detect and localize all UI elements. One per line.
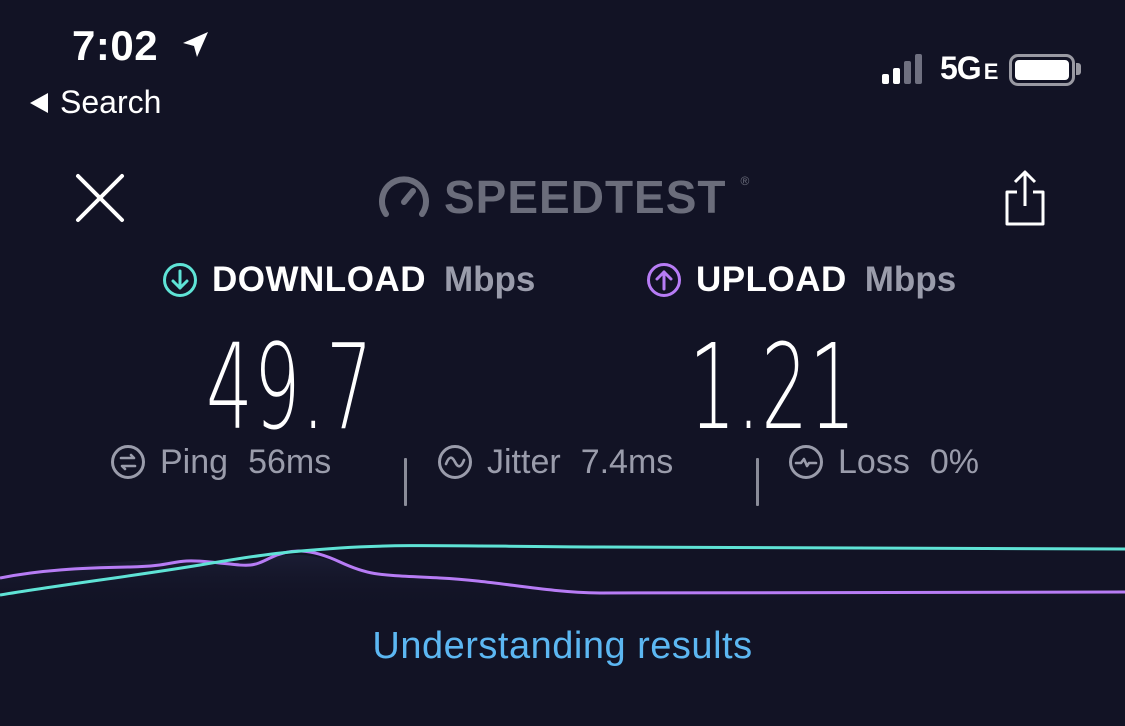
location-arrow-icon xyxy=(183,32,208,57)
network-type: 5G E xyxy=(940,50,998,86)
speed-graph xyxy=(0,544,1125,610)
brand-trademark: ® xyxy=(740,174,750,188)
gauge-icon xyxy=(379,176,429,217)
ping-value: 56ms xyxy=(248,442,332,481)
ping-stat: Ping 56ms xyxy=(110,443,331,482)
back-label: Search xyxy=(60,84,162,120)
download-value: 49.7 xyxy=(206,318,374,456)
battery-icon xyxy=(1009,54,1075,86)
stats-divider xyxy=(756,458,759,506)
ping-label: Ping xyxy=(160,442,229,481)
download-arrow-icon xyxy=(163,263,197,297)
jitter-stat: Jitter 7.4ms xyxy=(437,443,673,482)
stats-divider xyxy=(404,458,407,506)
loss-value: 0% xyxy=(929,442,979,481)
packet-loss-icon xyxy=(789,445,823,479)
jitter-label: Jitter xyxy=(487,442,561,481)
download-unit: Mbps xyxy=(443,260,536,299)
jitter-icon xyxy=(438,445,472,479)
cellular-signal-icon xyxy=(882,52,922,84)
loss-stat: Loss 0% xyxy=(788,443,979,482)
understanding-results-link[interactable]: Understanding results xyxy=(0,625,1125,668)
loss-label: Loss xyxy=(838,442,910,481)
close-icon[interactable] xyxy=(72,170,128,226)
brand-name: SPEEDTEST xyxy=(444,171,727,223)
upload-label: UPLOAD xyxy=(696,260,847,299)
download-label: DOWNLOAD xyxy=(212,260,426,299)
back-to-search-link[interactable]: Search xyxy=(30,84,161,121)
ping-icon xyxy=(111,445,145,479)
battery-tip xyxy=(1076,63,1081,75)
jitter-value: 7.4ms xyxy=(580,442,674,481)
back-chevron-icon xyxy=(30,92,48,113)
upload-arrow-icon xyxy=(647,263,681,297)
speedtest-logo: SPEEDTEST ® xyxy=(378,170,749,224)
upload-header: UPLOAD Mbps xyxy=(646,260,956,300)
download-header: DOWNLOAD Mbps xyxy=(162,260,535,300)
upload-unit: Mbps xyxy=(864,260,957,299)
share-icon[interactable] xyxy=(1000,168,1050,228)
upload-value: 1.21 xyxy=(689,318,857,456)
status-time: 7:02 xyxy=(72,22,159,69)
